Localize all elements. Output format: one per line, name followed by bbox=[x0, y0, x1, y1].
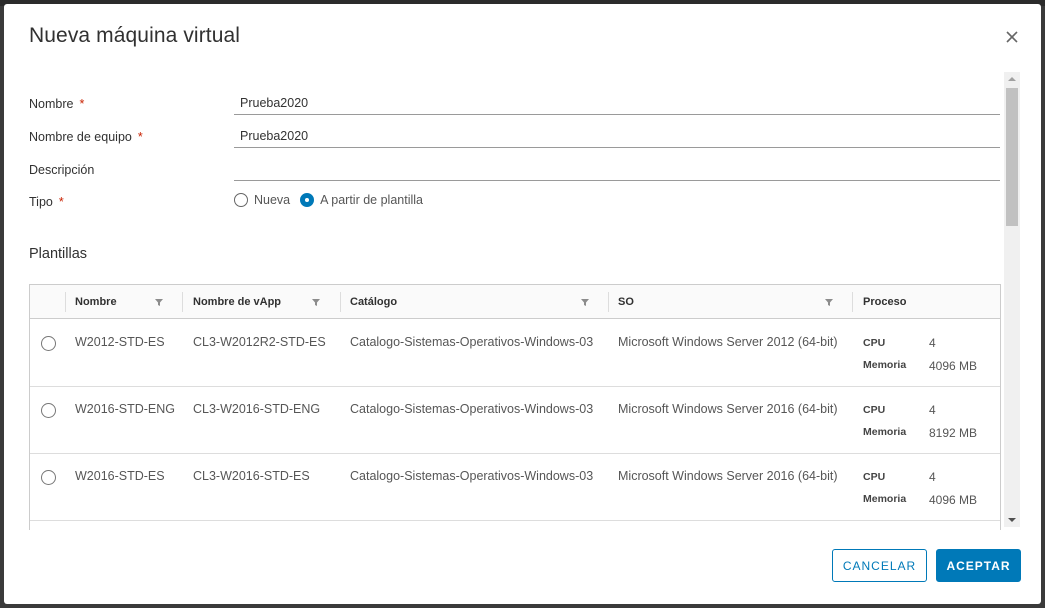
memory-value: 4096 MB bbox=[929, 493, 978, 507]
radio-checked-icon bbox=[300, 193, 315, 207]
memory-label: Memoria bbox=[863, 493, 907, 505]
filter-icon[interactable] bbox=[580, 297, 590, 307]
dialog-body[interactable]: Nombre* Nombre de equipo* Descripción Ti… bbox=[4, 70, 1016, 530]
cpu-label: CPU bbox=[863, 404, 886, 416]
filter-icon[interactable] bbox=[154, 297, 164, 307]
type-option-template[interactable]: A partir de plantilla bbox=[300, 193, 423, 207]
description-input[interactable] bbox=[234, 157, 1000, 181]
vertical-scrollbar[interactable] bbox=[1004, 72, 1020, 527]
table-row[interactable]: W2016-STD-ES CL3-W2016-STD-ES Catalogo-S… bbox=[30, 454, 1000, 521]
column-header-os[interactable]: SO bbox=[608, 285, 852, 319]
filter-icon[interactable] bbox=[311, 297, 321, 307]
required-mark: * bbox=[79, 97, 85, 111]
name-row: Nombre * bbox=[29, 89, 1009, 119]
table-row[interactable]: W2012-STD-ES CL3-W2012R2-STD-ES Catalogo… bbox=[30, 320, 1000, 387]
type-radio-group: Nueva A partir de plantilla bbox=[234, 193, 433, 207]
column-header-catalog[interactable]: Catálogo bbox=[340, 285, 607, 319]
memory-label: Memoria bbox=[863, 359, 907, 371]
type-label: Tipo * bbox=[29, 195, 64, 209]
cell-vapp: CL3-W2016-STD-ENG bbox=[193, 402, 321, 416]
table-row[interactable]: W2016-STD-ENG CL3-W2016-STD-ENG Catalogo… bbox=[30, 387, 1000, 454]
grid-header: Nombre Nombre de vApp Catálogo SO Proces… bbox=[30, 285, 1000, 319]
memory-value: 4096 MB bbox=[929, 359, 978, 373]
row-select-radio[interactable] bbox=[41, 403, 56, 418]
cell-os: Microsoft Windows Server 2012 (64-bit) bbox=[618, 335, 838, 349]
cell-name: W2016-STD-ES bbox=[75, 469, 165, 483]
cell-name: W2012-STD-ES bbox=[75, 335, 165, 349]
scrollbar-thumb[interactable] bbox=[1006, 88, 1018, 226]
type-option-new[interactable]: Nueva bbox=[234, 193, 290, 207]
memory-label: Memoria bbox=[863, 426, 907, 438]
scroll-up-arrow-icon[interactable] bbox=[1004, 72, 1020, 86]
scroll-down-arrow-icon[interactable] bbox=[1004, 513, 1020, 527]
cpu-value: 4 bbox=[929, 470, 936, 484]
cell-catalog: Catalogo-Sistemas-Operativos-Windows-03 bbox=[350, 335, 594, 349]
type-row: Tipo * Nueva A partir de plantilla bbox=[29, 187, 1009, 217]
description-row: Descripción bbox=[29, 155, 1009, 185]
close-icon bbox=[1006, 31, 1018, 43]
computer-name-input[interactable] bbox=[234, 124, 1000, 148]
column-header-process[interactable]: Proceso bbox=[853, 285, 1000, 319]
cell-os: Microsoft Windows Server 2016 (64-bit) bbox=[618, 469, 838, 483]
radio-unchecked-icon bbox=[234, 193, 248, 207]
cell-vapp: CL3-W2016-STD-ES bbox=[193, 469, 310, 483]
description-label: Descripción bbox=[29, 163, 95, 177]
memory-value: 8192 MB bbox=[929, 426, 978, 440]
new-vm-dialog: Nueva máquina virtual Nombre* Nombre de … bbox=[4, 4, 1041, 604]
cpu-label: CPU bbox=[863, 471, 886, 483]
close-button[interactable] bbox=[1001, 26, 1023, 48]
dialog-title: Nueva máquina virtual bbox=[29, 24, 241, 47]
cell-vapp: CL3-W2012R2-STD-ES bbox=[193, 335, 326, 349]
required-mark: * bbox=[137, 130, 143, 144]
templates-section-title: Plantillas bbox=[29, 246, 88, 262]
table-row[interactable] bbox=[30, 521, 1000, 530]
cell-name: W2016-STD-ENG bbox=[75, 402, 176, 416]
templates-grid: Nombre Nombre de vApp Catálogo SO Proces… bbox=[29, 284, 1001, 530]
name-label: Nombre * bbox=[29, 97, 85, 111]
accept-button[interactable]: ACEPTAR bbox=[936, 549, 1021, 582]
cell-catalog: Catalogo-Sistemas-Operativos-Windows-03 bbox=[350, 469, 594, 483]
cpu-value: 4 bbox=[929, 403, 936, 417]
cell-catalog: Catalogo-Sistemas-Operativos-Windows-03 bbox=[350, 402, 594, 416]
cpu-label: CPU bbox=[863, 337, 886, 349]
computer-name-label: Nombre de equipo * bbox=[29, 130, 143, 144]
row-select-radio[interactable] bbox=[41, 470, 56, 485]
required-mark: * bbox=[58, 195, 64, 209]
cancel-button[interactable]: CANCELAR bbox=[832, 549, 927, 582]
cpu-value: 4 bbox=[929, 336, 936, 350]
column-header-name[interactable]: Nombre bbox=[65, 285, 183, 319]
name-input[interactable] bbox=[234, 91, 1000, 115]
filter-icon[interactable] bbox=[824, 297, 834, 307]
row-select-radio[interactable] bbox=[41, 336, 56, 351]
cell-os: Microsoft Windows Server 2016 (64-bit) bbox=[618, 402, 838, 416]
computer-name-row: Nombre de equipo * bbox=[29, 122, 1009, 152]
